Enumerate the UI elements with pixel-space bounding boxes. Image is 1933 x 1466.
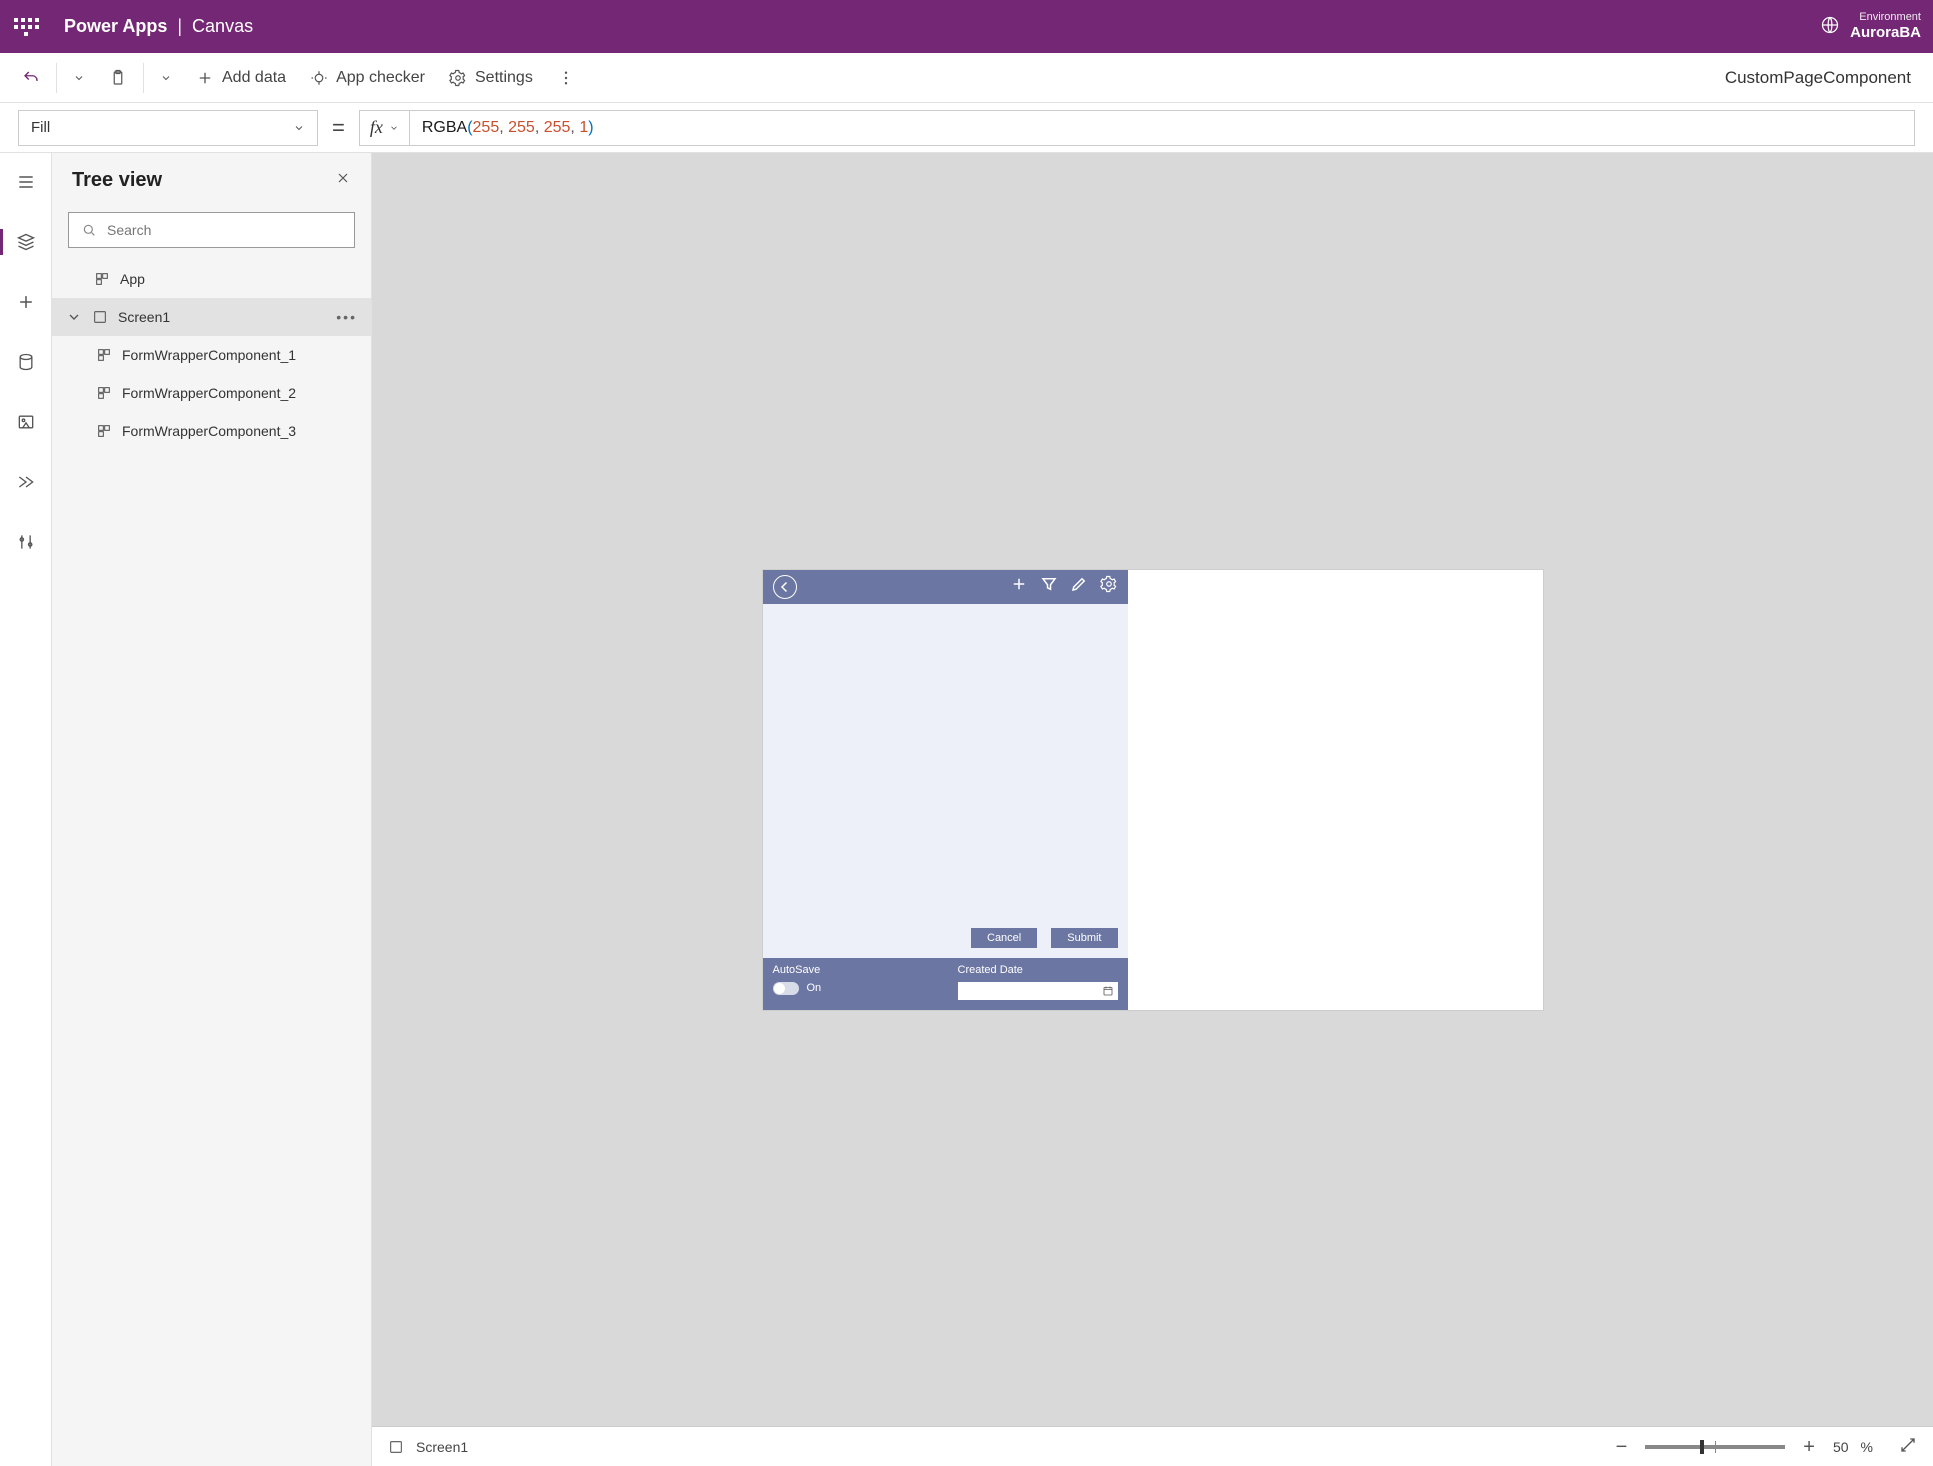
paste-dropdown[interactable] (148, 53, 184, 102)
chevron-down-icon[interactable] (66, 309, 82, 325)
close-icon[interactable] (335, 170, 351, 191)
waffle-icon[interactable] (12, 13, 40, 41)
property-name: Fill (31, 119, 50, 136)
app-checker-label: App checker (336, 69, 425, 87)
zoom-out-button[interactable]: − (1610, 1437, 1634, 1457)
calendar-icon (1102, 985, 1114, 997)
environment-label: Environment (1850, 11, 1921, 24)
form-body: Cancel Submit (763, 604, 1128, 958)
filter-icon[interactable] (1040, 575, 1058, 598)
autosave-label: AutoSave (773, 964, 822, 976)
tree-view-title: Tree view (72, 169, 162, 192)
tree-item-label: FormWrapperComponent_1 (122, 347, 296, 363)
zoom-in-button[interactable]: + (1797, 1437, 1821, 1457)
formula-fn: RGBA (422, 119, 467, 137)
formula-bar: Fill = fx RGBA(255, 255, 255, 1) (0, 103, 1933, 153)
tree-view-panel: Tree view App (52, 153, 372, 1466)
left-rail (0, 153, 52, 1466)
insert-icon[interactable] (6, 285, 46, 319)
command-bar: Add data App checker Settings CustomPage… (0, 53, 1933, 103)
add-data-button[interactable]: Add data (184, 53, 298, 102)
canvas-area: Cancel Submit AutoSave On (372, 153, 1933, 1466)
undo-dropdown[interactable] (61, 53, 97, 102)
more-button[interactable] (545, 53, 587, 102)
media-icon[interactable] (6, 405, 46, 439)
environment-name: AuroraBA (1850, 24, 1921, 42)
formula-input[interactable]: RGBA(255, 255, 255, 1) (410, 110, 1915, 146)
equals-sign: = (332, 115, 345, 141)
created-date-input[interactable] (958, 982, 1118, 1000)
tree-item-label: FormWrapperComponent_3 (122, 423, 296, 439)
tree-item-component[interactable]: FormWrapperComponent_2 (52, 374, 371, 412)
paste-button[interactable] (97, 53, 139, 102)
globe-icon (1820, 15, 1840, 38)
settings-label: Settings (475, 69, 533, 87)
zoom-value: 50 (1833, 1439, 1849, 1455)
fx-button[interactable]: fx (359, 110, 410, 146)
add-data-label: Add data (222, 69, 286, 87)
app-header: Power Apps | Canvas Environment AuroraBA (0, 0, 1933, 53)
artboard[interactable]: Cancel Submit AutoSave On (763, 570, 1543, 1010)
separator: | (177, 16, 182, 37)
tree-item-screen1[interactable]: Screen1 ••• (52, 298, 371, 336)
tree-item-label: App (120, 271, 145, 287)
zoom-percent: % (1861, 1439, 1873, 1455)
submit-button[interactable]: Submit (1051, 928, 1117, 948)
fullscreen-icon[interactable] (1899, 1436, 1917, 1457)
search-input[interactable] (68, 212, 355, 248)
power-automate-icon[interactable] (6, 465, 46, 499)
component-icon (96, 423, 112, 439)
tree-item-component[interactable]: FormWrapperComponent_3 (52, 412, 371, 450)
data-icon[interactable] (6, 345, 46, 379)
back-icon[interactable] (773, 575, 797, 599)
form-footer: AutoSave On Created Date (763, 958, 1128, 1010)
edit-icon[interactable] (1070, 575, 1088, 598)
property-selector[interactable]: Fill (18, 110, 318, 146)
autosave-state: On (807, 982, 822, 994)
tree-item-label: FormWrapperComponent_2 (122, 385, 296, 401)
form-header (763, 570, 1128, 604)
undo-button[interactable] (10, 53, 52, 102)
tree-item-app[interactable]: App (52, 260, 371, 298)
app-checker-button[interactable]: App checker (298, 53, 437, 102)
environment-picker[interactable]: Environment AuroraBA (1820, 11, 1921, 42)
tree-item-label: Screen1 (118, 309, 170, 325)
context-label: Canvas (192, 16, 253, 37)
app-name: CustomPageComponent (1725, 68, 1923, 88)
advanced-tools-icon[interactable] (6, 525, 46, 559)
component-icon (96, 385, 112, 401)
hamburger-icon[interactable] (6, 165, 46, 199)
more-icon[interactable]: ••• (336, 309, 357, 325)
product-name: Power Apps (64, 16, 167, 37)
tree-view-icon[interactable] (6, 225, 46, 259)
gear-icon[interactable] (1100, 575, 1118, 598)
status-bar: Screen1 − + 50 % (372, 1426, 1933, 1466)
plus-icon[interactable] (1010, 575, 1028, 598)
tree-item-component[interactable]: FormWrapperComponent_1 (52, 336, 371, 374)
cancel-button[interactable]: Cancel (971, 928, 1037, 948)
screen-icon (92, 309, 108, 325)
component-icon (96, 347, 112, 363)
zoom-slider[interactable] (1645, 1445, 1785, 1449)
tree-list: App Screen1 ••• FormWrapperComponent_1 F… (52, 260, 371, 1466)
created-date-label: Created Date (958, 964, 1118, 976)
fx-label: fx (370, 117, 383, 138)
settings-button[interactable]: Settings (437, 53, 545, 102)
screen-icon (388, 1439, 404, 1455)
status-screen-label: Screen1 (416, 1439, 468, 1455)
autosave-toggle[interactable] (773, 982, 799, 995)
search-field[interactable] (107, 222, 342, 238)
